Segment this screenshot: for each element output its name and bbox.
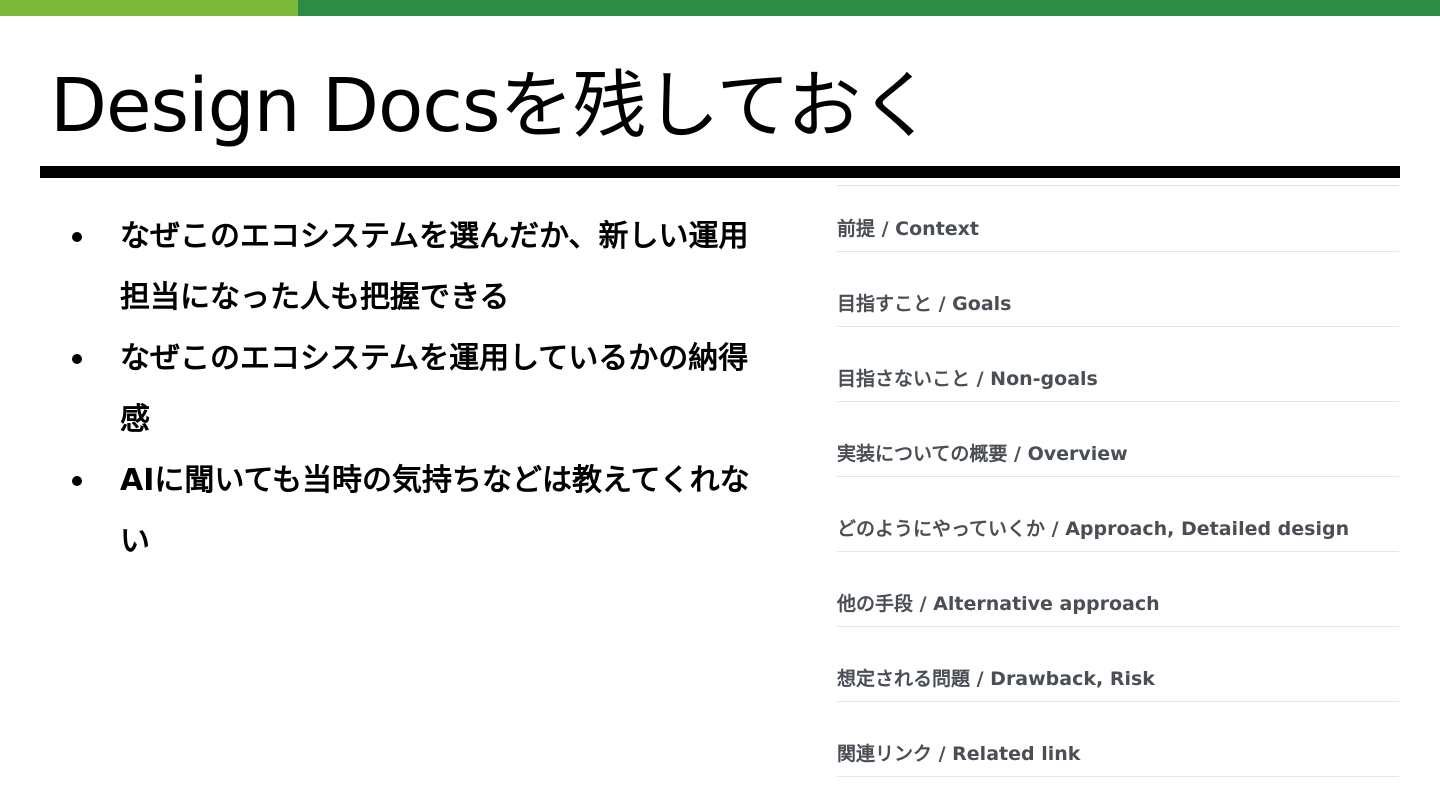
title-underline <box>40 166 1400 178</box>
bullet-item: なぜこのエコシステムを選んだか、新しい運用担当になった人も把握できる <box>60 206 760 328</box>
toc-item-context: 前提 / Context <box>837 186 1399 252</box>
toc-item-overview: 実装についての概要 / Overview <box>837 402 1399 477</box>
bullet-item: AIに聞いても当時の気持ちなどは教えてくれない <box>60 450 760 572</box>
bullet-text: AIに聞いても当時の気持ちなどは教えてくれない <box>120 463 750 559</box>
toc-item-label: 目指さないこと / Non-goals <box>837 368 1098 390</box>
bullet-dot-icon <box>72 232 82 242</box>
bullet-list: なぜこのエコシステムを選んだか、新しい運用担当になった人も把握できる なぜこのエ… <box>60 206 760 572</box>
toc-item-related-link: 関連リンク / Related link <box>837 702 1399 777</box>
toc-item-label: 目指すこと / Goals <box>837 293 1012 315</box>
bullet-dot-icon <box>72 354 82 364</box>
bullet-dot-icon <box>72 476 82 486</box>
design-doc-section-list: 前提 / Context 目指すこと / Goals 目指さないこと / Non… <box>837 185 1399 777</box>
slide-title: Design Docsを残しておく <box>50 63 934 149</box>
bullet-item: なぜこのエコシステムを運用しているかの納得感 <box>60 328 760 450</box>
toc-item-label: どのようにやっていくか / Approach, Detailed design <box>837 518 1350 540</box>
accent-bar-right <box>298 0 1440 16</box>
toc-item-approach: どのようにやっていくか / Approach, Detailed design <box>837 477 1399 552</box>
toc-item-alternative: 他の手段 / Alternative approach <box>837 552 1399 627</box>
toc-item-label: 想定される問題 / Drawback, Risk <box>837 668 1155 690</box>
bullet-text: なぜこのエコシステムを選んだか、新しい運用担当になった人も把握できる <box>120 219 749 315</box>
toc-item-label: 前提 / Context <box>837 218 979 240</box>
toc-item-risk: 想定される問題 / Drawback, Risk <box>837 627 1399 702</box>
toc-item-non-goals: 目指さないこと / Non-goals <box>837 327 1399 402</box>
toc-item-goals: 目指すこと / Goals <box>837 252 1399 327</box>
toc-item-label: 関連リンク / Related link <box>837 743 1081 765</box>
toc-item-label: 実装についての概要 / Overview <box>837 443 1128 465</box>
toc-item-label: 他の手段 / Alternative approach <box>837 593 1160 615</box>
bullet-text: なぜこのエコシステムを運用しているかの納得感 <box>120 341 749 437</box>
slide: Design Docsを残しておく なぜこのエコシステムを選んだか、新しい運用担… <box>0 0 1440 810</box>
accent-bar-left <box>0 0 298 16</box>
